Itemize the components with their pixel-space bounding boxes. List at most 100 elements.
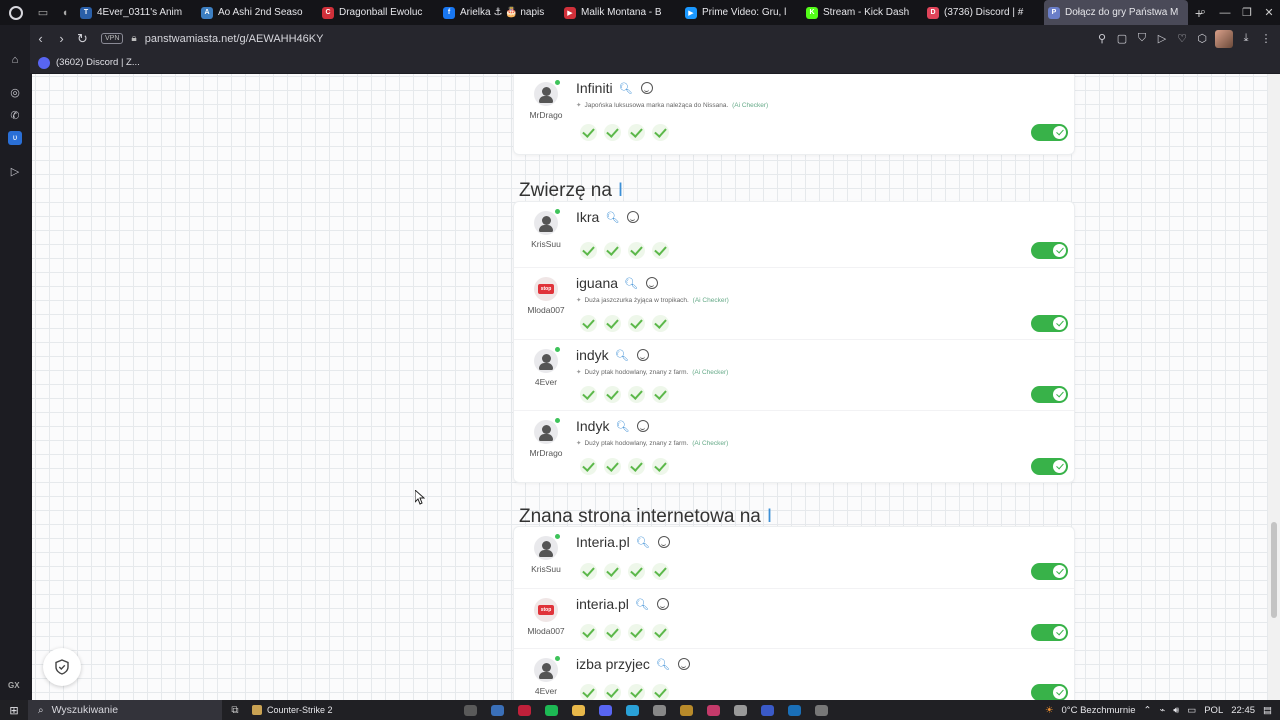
tray-chevron-icon[interactable]: ⌃	[1144, 705, 1152, 716]
accept-toggle[interactable]	[1031, 124, 1068, 141]
reaction-icon[interactable]	[637, 420, 650, 432]
tab-snapshot-icon[interactable]: ◖	[54, 0, 76, 25]
search-icon[interactable]: 🔍︎	[636, 536, 650, 549]
bookmark-discord[interactable]: (3602) Discord | Z...	[38, 56, 140, 69]
accept-toggle[interactable]	[1031, 315, 1068, 332]
volume-icon[interactable]: 🔊︎	[1173, 705, 1179, 716]
search-icon[interactable]: 🔍︎	[619, 82, 633, 95]
search-icon[interactable]: 🔍︎	[656, 658, 670, 671]
vk-icon[interactable]: ʋ	[8, 131, 22, 145]
privacy-shield-button[interactable]	[43, 648, 81, 686]
forward-icon[interactable]: ›	[51, 31, 72, 46]
app-icon-7[interactable]	[761, 704, 774, 716]
accept-toggle[interactable]	[1031, 563, 1068, 580]
opera-logo-icon[interactable]	[0, 0, 32, 25]
reaction-icon[interactable]	[657, 536, 670, 548]
scrollbar-thumb[interactable]	[1271, 522, 1277, 618]
minimize-icon[interactable]: —	[1214, 7, 1236, 19]
clock[interactable]: 22:45	[1231, 705, 1255, 716]
accept-toggle[interactable]	[1031, 684, 1068, 700]
notifications-icon[interactable]: ▤	[1263, 705, 1272, 716]
steam-icon[interactable]	[491, 704, 504, 716]
accept-toggle[interactable]	[1031, 242, 1068, 259]
reload-icon[interactable]: ↻	[72, 31, 93, 47]
browser-tab[interactable]: T 4Ever_0311's Anim	[76, 0, 197, 25]
menu-icon[interactable]: ⋮	[1256, 32, 1276, 45]
reaction-icon[interactable]	[677, 658, 690, 670]
check-vote-icon	[580, 684, 597, 700]
whatsapp-icon[interactable]: ✆	[8, 109, 22, 123]
weather-text[interactable]: 0°C Bezchmurnie	[1062, 705, 1136, 716]
shield-icon[interactable]: ⛉	[1132, 32, 1152, 45]
restore-icon[interactable]: ❐	[1236, 6, 1258, 19]
language-indicator[interactable]: POL	[1204, 705, 1223, 716]
accept-toggle[interactable]	[1031, 624, 1068, 641]
close-icon[interactable]: ✕	[1258, 6, 1280, 19]
browser-tab[interactable]: ▶ Malik Montana - B	[560, 0, 681, 25]
browser-tab[interactable]: C Dragonball Ewoluc	[318, 0, 439, 25]
download-icon[interactable]: ⤓	[1236, 32, 1256, 45]
vpn-badge[interactable]: VPN	[101, 33, 124, 44]
battery-icon[interactable]: ▭	[1187, 705, 1196, 716]
tab-islands-icon[interactable]: ▭	[32, 0, 54, 25]
file-explorer-icon[interactable]	[572, 704, 585, 716]
app-icon-6[interactable]	[734, 704, 747, 716]
reaction-icon[interactable]	[656, 598, 669, 610]
browser-tab[interactable]: K Stream - Kick Dash	[802, 0, 923, 25]
taskbar-app-counter-strike[interactable]: Counter-Strike 2	[252, 705, 347, 715]
discord-taskbar-icon[interactable]	[599, 704, 612, 716]
check-vote-icon	[580, 124, 597, 141]
url-field[interactable]: panstwamiasta.net/g/AEWAHH46KY	[145, 33, 324, 45]
settings-icon[interactable]	[815, 704, 828, 716]
search-icon[interactable]: 🔍︎	[635, 598, 649, 611]
search-icon[interactable]: 🔍︎	[624, 277, 638, 290]
app-icon-5[interactable]	[707, 704, 720, 716]
reaction-icon[interactable]	[646, 277, 659, 289]
accept-toggle[interactable]	[1031, 458, 1068, 475]
check-vote-icon	[628, 124, 645, 141]
weather-icon[interactable]: ☀	[1045, 705, 1054, 716]
browser-tab[interactable]: P Dołącz do gry Państwa M	[1044, 0, 1188, 25]
page-scrollbar[interactable]	[1268, 74, 1280, 700]
search-icon[interactable]: 🔍︎	[615, 349, 629, 362]
search-tabs-icon[interactable]: ⌕	[1192, 6, 1214, 19]
tab-favicon-icon: ▶	[685, 6, 697, 19]
app-icon-8[interactable]	[788, 704, 801, 716]
app-icon-3[interactable]	[653, 704, 666, 716]
windows-start-icon[interactable]: ⊞	[0, 704, 28, 717]
ai-checker-label: (Ai Checker)	[692, 297, 729, 304]
reaction-icon[interactable]	[627, 211, 640, 223]
opera-gx-icon[interactable]	[518, 704, 531, 716]
reaction-icon[interactable]	[636, 349, 649, 361]
app-icon-2[interactable]	[626, 704, 639, 716]
accept-toggle[interactable]	[1031, 386, 1068, 403]
extensions-icon[interactable]: ⬡	[1192, 32, 1212, 45]
network-icon[interactable]: ⌁	[1160, 705, 1166, 716]
search-icon[interactable]: 🔍︎	[605, 211, 619, 224]
taskbar-search[interactable]: ⌕ Wyszukiwanie	[28, 700, 222, 720]
browser-tab[interactable]: f Arielka ⚓ 🎂 napis	[439, 0, 560, 25]
player-icon[interactable]: ▷	[8, 165, 22, 179]
browser-tab[interactable]: A Ao Ashi 2nd Seaso	[197, 0, 318, 25]
check-vote-icon	[652, 124, 669, 141]
messenger-icon[interactable]: ◎	[8, 86, 22, 100]
gx-logo[interactable]: GX	[8, 681, 20, 690]
browser-tab[interactable]: ▶ Prime Video: Gru, l	[681, 0, 802, 25]
home-icon[interactable]: ⌂	[8, 53, 22, 67]
lock-icon[interactable]: 🔒︎	[131, 33, 136, 44]
snapshot-icon[interactable]: ▢	[1112, 32, 1132, 45]
app-icon-1[interactable]	[464, 704, 477, 716]
heart-icon[interactable]: ♡	[1172, 32, 1192, 45]
reaction-icon[interactable]	[640, 82, 653, 94]
profile-avatar[interactable]	[1215, 29, 1233, 48]
spotify-icon[interactable]	[545, 704, 558, 716]
browser-tab[interactable]: D (3736) Discord | #	[923, 0, 1044, 25]
task-view-icon[interactable]: ⧉	[226, 705, 244, 716]
app-icon-4[interactable]	[680, 704, 693, 716]
search-icon[interactable]: 🔍︎	[615, 420, 629, 433]
check-vote-icon	[628, 624, 645, 641]
avatar	[534, 209, 560, 235]
back-icon[interactable]: ‹	[30, 31, 51, 46]
pin-icon[interactable]: ⚲	[1092, 32, 1112, 45]
send-icon[interactable]: ▷	[1152, 32, 1172, 45]
